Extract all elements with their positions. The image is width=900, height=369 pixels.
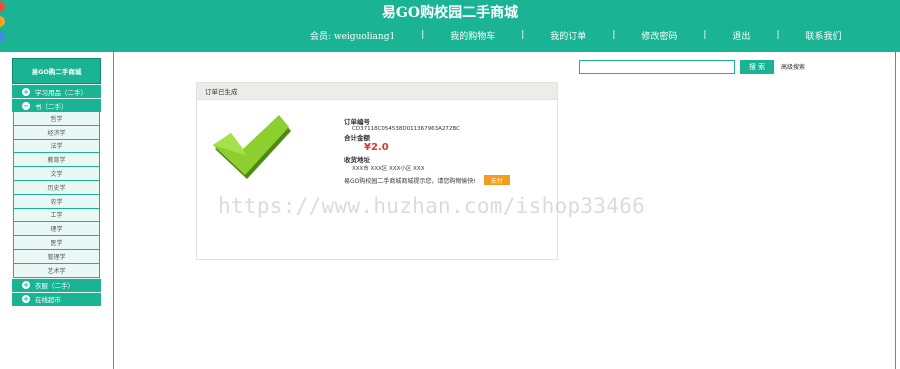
nav-link-orders[interactable]: 我的订单 <box>550 29 586 42</box>
nav-separator: | <box>421 30 425 40</box>
watermark-text: https://www.huzhan.com/ishop33466 <box>218 194 646 218</box>
subcategory-item[interactable]: 艺术学 <box>13 263 100 278</box>
order-number-label: 订单编号 <box>344 118 370 126</box>
sidebar-title: 易GO购二手商城 <box>12 58 101 84</box>
order-total-value: ¥2.0 <box>364 142 389 153</box>
subcategory-item[interactable]: 医学 <box>13 236 100 250</box>
category-label: 在线超市 <box>35 296 61 305</box>
subcategory-item[interactable]: 农学 <box>13 194 100 209</box>
shipping-address-label: 收货地址 <box>344 156 370 164</box>
category-books[interactable]: − 书（二手） <box>12 98 101 112</box>
nav-link-change-password[interactable]: 修改密码 <box>641 29 677 42</box>
subcategory-item[interactable]: 管理学 <box>13 249 100 264</box>
category-label: 学习用品（二手） <box>35 88 87 97</box>
nav-separator: | <box>776 30 780 40</box>
subcategory-item[interactable]: 工学 <box>13 208 100 223</box>
panel-title: 订单已生成 <box>197 83 557 100</box>
column-divider-left <box>113 52 114 369</box>
payment-row: 易GO购校园二手商城商城提示您，请您购物愉快! 支付 <box>344 175 510 185</box>
plus-icon: + <box>22 281 30 290</box>
plus-icon: + <box>22 295 30 304</box>
column-divider-right <box>895 52 896 369</box>
minus-icon: − <box>22 101 30 110</box>
nav-link-contact[interactable]: 联系我们 <box>805 29 841 42</box>
nav-link-logout[interactable]: 退出 <box>732 29 750 42</box>
order-total-label: 合计金额 <box>344 134 370 142</box>
order-info: 订单编号 CD37118C054538D011367963A272BC 合计金额… <box>344 116 460 172</box>
plus-icon: + <box>22 87 30 96</box>
subcategory-item[interactable]: 教育学 <box>13 153 100 168</box>
category-label: 衣服（二手） <box>35 282 74 291</box>
nav-separator: | <box>703 30 707 40</box>
search-button[interactable]: 搜 索 <box>740 60 774 74</box>
category-study-supplies[interactable]: + 学习用品（二手） <box>12 84 101 98</box>
nav-separator: | <box>521 30 525 40</box>
category-sidebar: 易GO购二手商城 + 学习用品（二手） − 书（二手） 哲学 经济学 法学 教育… <box>12 58 101 318</box>
site-header: 易GO购校园二手商城 会员: weiguoliang1 | 我的购物车 | 我的… <box>0 0 900 52</box>
category-online-market[interactable]: + 在线超市 <box>12 291 101 306</box>
subcategory-item[interactable]: 法学 <box>13 139 100 154</box>
subcategory-item[interactable]: 哲学 <box>13 112 100 126</box>
subcategory-item[interactable]: 文学 <box>13 167 100 181</box>
subcategory-item[interactable]: 理学 <box>13 222 100 237</box>
subcategory-item[interactable]: 经济学 <box>13 125 100 140</box>
shipping-address-value: XXX市 XXX区 XXX小区 XXX <box>352 166 425 172</box>
nav-separator: | <box>612 30 616 40</box>
site-title: 易GO购校园二手商城 <box>381 5 519 21</box>
order-confirmation-panel: 订单已生成 订单编号 CD37118C054538D011367963A272B… <box>196 82 558 260</box>
category-label: 书（二手） <box>35 102 68 111</box>
nav-link-cart[interactable]: 我的购物车 <box>450 29 495 42</box>
member-greeting: 会员: weiguoliang1 <box>310 31 396 42</box>
checkmark-icon <box>213 115 291 179</box>
pay-button[interactable]: 支付 <box>483 175 510 185</box>
subcategory-item[interactable]: 历史学 <box>13 180 100 195</box>
category-clothes[interactable]: + 衣服（二手） <box>12 277 101 292</box>
top-nav: 会员: weiguoliang1 | 我的购物车 | 我的订单 | 修改密码 |… <box>310 28 842 42</box>
search-input[interactable] <box>579 60 735 74</box>
advanced-search-link[interactable]: 高级搜索 <box>781 62 805 71</box>
payment-message: 易GO购校园二手商城商城提示您，请您购物愉快! <box>344 177 476 185</box>
app-icon-blue <box>0 31 5 42</box>
